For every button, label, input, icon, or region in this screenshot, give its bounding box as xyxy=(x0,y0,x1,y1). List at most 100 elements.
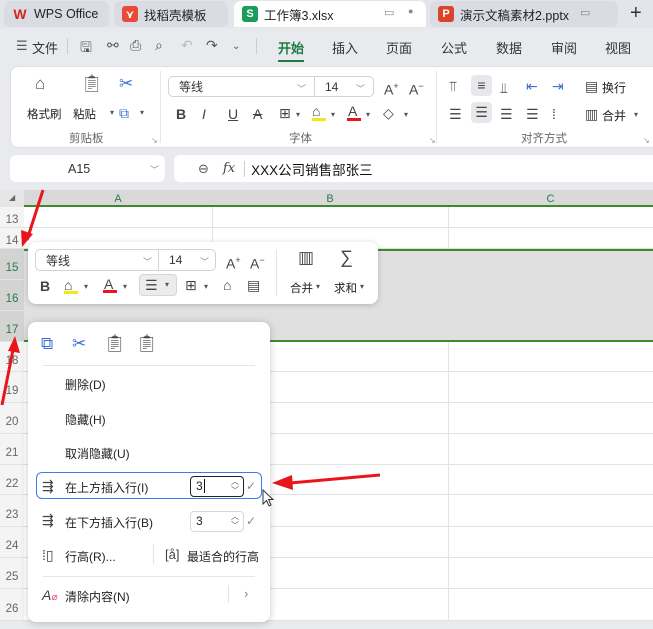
chevron-down-icon[interactable]: ﹀ xyxy=(150,163,159,176)
ribbon-tab-formula[interactable]: 公式 xyxy=(441,38,467,57)
insert-below-count-input[interactable]: 3 ︿ ﹀ xyxy=(190,511,244,532)
paste-icon[interactable]: 📋︎ xyxy=(104,335,126,352)
align-left-icon[interactable]: ☰ xyxy=(449,107,462,121)
border-icon[interactable]: ⊞ xyxy=(279,106,291,120)
chevron-right-icon[interactable]: › xyxy=(244,586,248,601)
name-box[interactable]: A15 ﹀ xyxy=(10,155,165,182)
sum-button[interactable]: 求和 xyxy=(334,280,357,296)
decrease-indent-icon[interactable]: ⇤ xyxy=(526,79,538,93)
tab-presentation[interactable]: P 演示文稿素材2.pptx ▭ xyxy=(430,1,618,27)
menu-item-hide[interactable]: 隐藏(H) xyxy=(65,411,106,428)
border-dropdown-icon[interactable]: ▾ xyxy=(204,282,208,291)
ribbon-tab-insert[interactable]: 插入 xyxy=(332,38,358,57)
menu-item-clear-content[interactable]: 清除内容(N) xyxy=(65,588,130,605)
font-name-select[interactable]: 等线 ﹀ xyxy=(168,76,315,97)
font-color-icon[interactable]: A xyxy=(347,104,361,121)
merge-icon[interactable]: ▥ xyxy=(298,249,314,266)
font-color-icon[interactable]: A xyxy=(103,277,117,293)
alignment-launcher-icon[interactable]: ↘ xyxy=(643,136,650,145)
monitor-icon[interactable]: ▭ xyxy=(580,6,590,19)
formula-content[interactable]: XXX公司销售部张三 xyxy=(251,159,373,179)
paste-icon[interactable]: 📋︎ xyxy=(81,75,103,92)
increase-font-icon[interactable]: A+ xyxy=(384,79,399,97)
ribbon-tab-home[interactable]: 开始 xyxy=(278,38,304,57)
strikethrough-button[interactable]: A xyxy=(253,107,262,121)
print-preview-icon[interactable]: ⌕ xyxy=(155,37,163,54)
save-icon[interactable]: 🖫 xyxy=(80,37,92,61)
formula-bar[interactable]: ⊖ fx XXX公司销售部张三 xyxy=(174,155,653,182)
ribbon-tab-review[interactable]: 审阅 xyxy=(551,38,577,57)
menu-item-unhide[interactable]: 取消隐藏(U) xyxy=(65,445,130,462)
confirm-check-icon[interactable]: ✓ xyxy=(246,479,256,493)
wrap-text-icon[interactable]: ▤ xyxy=(585,79,598,93)
redo-icon[interactable]: ↷ xyxy=(206,37,218,54)
merge-button[interactable]: 合并 xyxy=(602,107,626,124)
sum-icon[interactable]: ∑ xyxy=(340,248,353,266)
paste-dropdown-icon[interactable]: ▾ xyxy=(110,108,114,117)
font-launcher-icon[interactable]: ↘ xyxy=(429,136,436,145)
menu-hamburger-icon[interactable]: ☰ xyxy=(16,38,28,54)
spinner-arrows-icon[interactable]: ︿ ﹀ xyxy=(231,477,239,495)
italic-button[interactable]: I xyxy=(202,107,206,121)
menu-item-best-fit-height[interactable]: 最适合的行高 xyxy=(187,548,259,565)
fill-color-icon[interactable]: ⌂ xyxy=(312,104,326,121)
decrease-font-icon[interactable]: A− xyxy=(409,79,424,97)
menu-item-delete[interactable]: 删除(D) xyxy=(65,376,106,393)
align-button[interactable]: ☰ ▾ xyxy=(139,274,177,296)
increase-font-icon[interactable]: A+ xyxy=(226,253,241,271)
share-link-icon[interactable]: ⚯ xyxy=(107,37,119,54)
align-right-icon[interactable]: ☰ xyxy=(500,107,513,121)
paste-button[interactable]: 粘贴 xyxy=(73,106,96,122)
clear-format-icon[interactable]: ◇ xyxy=(383,106,394,120)
decrease-font-icon[interactable]: A− xyxy=(250,253,265,271)
confirm-check-icon[interactable]: ✓ xyxy=(246,514,256,528)
tab-workbook[interactable]: S 工作簿3.xlsx ▭ ● xyxy=(234,1,426,27)
menu-item-insert-below[interactable]: 在下方插入行(B) xyxy=(65,514,153,531)
ribbon-tab-page[interactable]: 页面 xyxy=(386,38,412,57)
format-painter-button[interactable]: 格式刷 xyxy=(27,106,62,122)
clear-format-dropdown-icon[interactable]: ▾ xyxy=(404,110,408,119)
copy-icon[interactable]: ⧉ xyxy=(119,106,129,120)
paste-special-icon[interactable]: 📋︎ xyxy=(136,335,158,352)
distributed-icon[interactable]: ⁞ xyxy=(552,107,556,121)
fx-icon[interactable]: fx xyxy=(223,161,235,176)
underline-button[interactable]: U xyxy=(228,107,238,121)
print-icon[interactable]: ⎙ xyxy=(130,37,141,54)
fill-color-dropdown-icon[interactable]: ▾ xyxy=(331,110,335,119)
more-chevron-icon[interactable]: ⌄ xyxy=(232,41,240,52)
align-bottom-icon[interactable]: ⫫ xyxy=(500,81,508,95)
font-size-select[interactable]: 14 ﹀ xyxy=(314,76,374,97)
align-top-icon[interactable]: ⫪ xyxy=(449,79,457,93)
merge-icon[interactable]: ▥ xyxy=(585,107,598,121)
border-dropdown-icon[interactable]: ▾ xyxy=(296,110,300,119)
best-fit-height-icon[interactable]: [å] xyxy=(165,548,179,562)
tab-wps-office[interactable]: W WPS Office xyxy=(4,1,109,27)
font-color-dropdown-icon[interactable]: ▾ xyxy=(123,282,127,291)
format-painter-icon[interactable]: ⌂ xyxy=(35,75,45,92)
zoom-formula-icon[interactable]: ⊖ xyxy=(198,161,209,177)
copy-icon[interactable]: ⧉ xyxy=(41,335,53,352)
sum-dropdown-icon[interactable]: ▾ xyxy=(360,282,364,291)
spinner-arrows-icon[interactable]: ︿ ﹀ xyxy=(231,512,239,530)
ribbon-tab-data[interactable]: 数据 xyxy=(496,38,522,57)
font-color-dropdown-icon[interactable]: ▾ xyxy=(366,110,370,119)
cut-icon[interactable]: ✂ xyxy=(119,75,133,92)
bold-button[interactable]: B xyxy=(40,279,50,293)
menu-file[interactable]: 文件 xyxy=(32,38,58,57)
increase-indent-icon[interactable]: ⇥ xyxy=(552,79,564,93)
format-painter-icon[interactable]: ⌂ xyxy=(223,278,231,292)
justify-icon[interactable]: ☰ xyxy=(526,107,539,121)
monitor-icon[interactable]: ▭ xyxy=(384,6,394,19)
border-icon[interactable]: ⊞ xyxy=(185,278,197,292)
mini-font-size-select[interactable]: 14 ﹀ xyxy=(158,249,216,271)
fill-color-dropdown-icon[interactable]: ▾ xyxy=(84,282,88,291)
wrap-text-button[interactable]: 换行 xyxy=(602,79,626,96)
align-middle-icon[interactable]: ≡ xyxy=(471,75,492,96)
copy-dropdown-icon[interactable]: ▾ xyxy=(140,108,144,117)
merge-dropdown-icon[interactable]: ▾ xyxy=(634,110,638,119)
new-tab-button[interactable]: + xyxy=(630,2,642,25)
mini-font-name-select[interactable]: 等线 ﹀ xyxy=(35,249,159,271)
bold-button[interactable]: B xyxy=(176,107,186,121)
fill-color-icon[interactable]: ⌂ xyxy=(64,278,78,294)
merge-dropdown-icon[interactable]: ▾ xyxy=(316,282,320,291)
